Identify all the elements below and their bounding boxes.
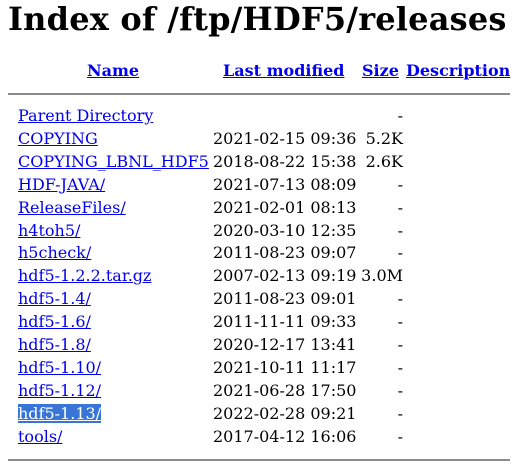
- size-cell: -: [397, 174, 403, 194]
- header-divider: [8, 93, 510, 95]
- file-link[interactable]: hdf5-1.12/: [18, 381, 101, 400]
- size-cell: -: [397, 220, 403, 240]
- file-link[interactable]: COPYING_LBNL_HDF5: [18, 152, 209, 171]
- file-link[interactable]: Parent Directory: [18, 106, 153, 125]
- footer-divider: [8, 459, 510, 461]
- file-name-cell: hdf5-1.10/: [18, 358, 101, 378]
- file-name-cell: hdf5-1.12/: [18, 381, 101, 401]
- last-modified-cell: 2021-10-11 11:17: [213, 357, 357, 377]
- file-name-cell: h4toh5/: [18, 221, 80, 241]
- size-cell: -: [397, 380, 403, 400]
- size-cell: -: [397, 357, 403, 377]
- file-name-cell: hdf5-1.6/: [18, 312, 91, 332]
- sort-by-last-modified-link[interactable]: Last modified: [223, 61, 344, 80]
- file-link[interactable]: hdf5-1.2.2.tar.gz: [18, 266, 151, 285]
- size-cell: -: [397, 197, 403, 217]
- file-name-cell: COPYING: [18, 129, 98, 149]
- size-cell: -: [397, 312, 403, 332]
- last-modified-cell: 2021-02-15 09:36: [213, 128, 357, 148]
- last-modified-cell: 2011-11-11 09:33: [213, 312, 357, 332]
- size-cell: -: [397, 106, 403, 125]
- sort-by-name-link[interactable]: Name: [87, 61, 139, 80]
- file-name-cell: tools/: [18, 427, 62, 447]
- size-cell: 2.6K: [365, 151, 403, 171]
- file-link[interactable]: COPYING: [18, 129, 98, 148]
- size-cell: -: [397, 289, 403, 309]
- file-link[interactable]: h5check/: [18, 243, 91, 262]
- column-header-size[interactable]: Size: [362, 61, 399, 81]
- column-header-description[interactable]: Description: [406, 61, 510, 81]
- file-name-cell: hdf5-1.4/: [18, 289, 91, 309]
- file-name-cell: h5check/: [18, 243, 91, 263]
- size-cell: -: [397, 426, 403, 446]
- size-cell: -: [397, 243, 403, 263]
- last-modified-cell: 2011-08-23 09:01: [213, 289, 357, 309]
- file-link[interactable]: tools/: [18, 427, 62, 446]
- last-modified-cell: 2020-03-10 12:35: [213, 220, 357, 240]
- size-cell: -: [397, 403, 403, 423]
- column-header-name[interactable]: Name: [87, 61, 139, 81]
- file-link[interactable]: ReleaseFiles/: [18, 198, 126, 217]
- file-link[interactable]: hdf5-1.4/: [18, 289, 91, 308]
- sort-by-size-link[interactable]: Size: [362, 61, 399, 80]
- last-modified-cell: 2018-08-22 15:38: [213, 151, 357, 171]
- file-link[interactable]: hdf5-1.13/: [18, 403, 102, 423]
- sort-by-description-link[interactable]: Description: [406, 61, 510, 80]
- file-link[interactable]: hdf5-1.10/: [18, 358, 101, 377]
- last-modified-cell: 2007-02-13 09:19: [213, 266, 357, 286]
- file-name-cell: hdf5-1.13/: [18, 403, 102, 424]
- file-name-cell: Parent Directory: [18, 106, 153, 126]
- file-link[interactable]: h4toh5/: [18, 221, 80, 240]
- file-link[interactable]: hdf5-1.6/: [18, 312, 91, 331]
- file-name-cell: hdf5-1.2.2.tar.gz: [18, 266, 151, 286]
- last-modified-cell: 2021-02-01 08:13: [213, 197, 357, 217]
- size-cell: -: [397, 335, 403, 354]
- file-link[interactable]: HDF-JAVA/: [18, 175, 105, 194]
- file-name-cell: COPYING_LBNL_HDF5: [18, 152, 209, 172]
- last-modified-cell: 2022-02-28 09:21: [213, 403, 357, 423]
- last-modified-cell: 2017-04-12 16:06: [213, 426, 357, 446]
- file-name-cell: ReleaseFiles/: [18, 198, 126, 218]
- file-name-cell: hdf5-1.8/: [18, 335, 91, 355]
- last-modified-cell: 2020-12-17 13:41: [213, 335, 357, 354]
- last-modified-cell: 2011-08-23 09:07: [213, 243, 357, 263]
- column-header-last-modified[interactable]: Last modified: [223, 61, 344, 81]
- file-link[interactable]: hdf5-1.8/: [18, 335, 91, 354]
- size-cell: 5.2K: [365, 128, 403, 148]
- page-title: Index of /ftp/HDF5/releases: [8, 0, 507, 38]
- last-modified-cell: 2021-07-13 08:09: [213, 174, 357, 194]
- last-modified-cell: 2021-06-28 17:50: [213, 380, 357, 400]
- file-name-cell: HDF-JAVA/: [18, 175, 105, 195]
- size-cell: 3.0M: [361, 266, 403, 286]
